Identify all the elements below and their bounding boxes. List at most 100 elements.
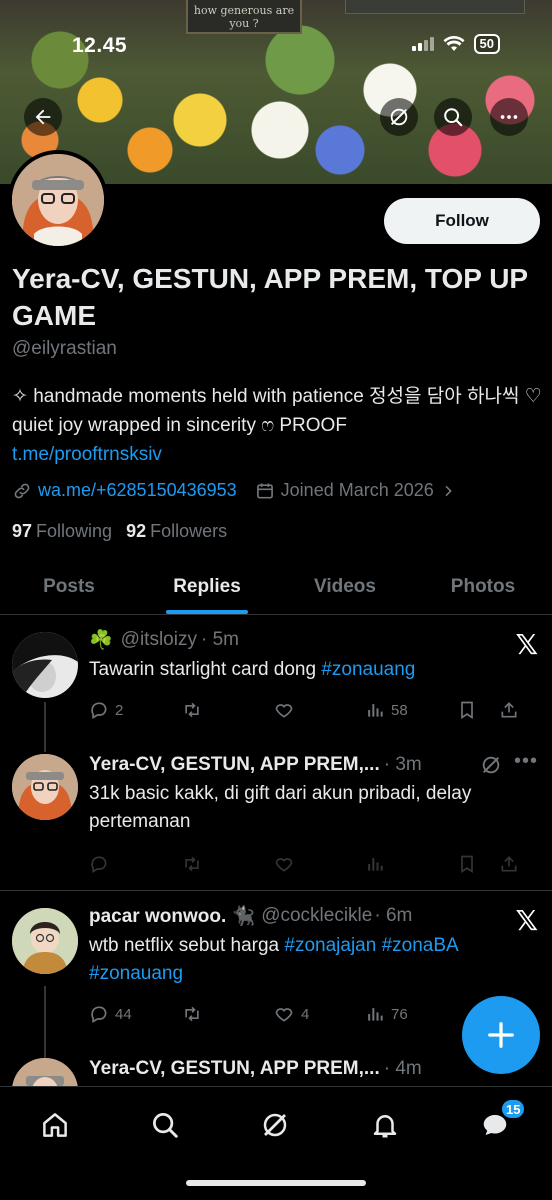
bio-link[interactable]: t.me/prooftrnsksiv [12, 444, 162, 465]
follow-counts: 97 Following 92 Followers [12, 521, 227, 542]
post-divider [0, 890, 552, 891]
post-reply-yera-2[interactable]: Yera-CV, GESTUN, APP PREM,... · 4m [0, 1058, 552, 1086]
post-header: Yera-CV, GESTUN, APP PREM,... · 3m [89, 754, 540, 776]
link-icon [14, 483, 30, 498]
views-button[interactable]: 76 [365, 1004, 457, 1024]
compose-post-button[interactable] [462, 996, 540, 1074]
reply-button[interactable] [89, 854, 181, 874]
reply-icon [91, 856, 107, 873]
post-text-body: wtb netflix sebut harga [89, 935, 285, 956]
post-handle[interactable]: @itsloizy [121, 629, 197, 651]
tab-videos[interactable]: Videos [276, 560, 414, 614]
chevron-right-icon[interactable] [440, 483, 456, 499]
post-time: · 4m [383, 1058, 422, 1079]
heart-icon [275, 1008, 293, 1022]
tab-photos[interactable]: Photos [414, 560, 552, 614]
bookmark-icon [461, 701, 473, 720]
post-text: wtb netflix sebut harga #zonajajan #zona… [89, 932, 540, 988]
profile-tabs: Posts Replies Videos Photos [0, 560, 552, 615]
avatar-portrait [12, 154, 104, 246]
post-text: 31k basic kakk, di gift dari akun pribad… [89, 783, 472, 832]
heart-icon [275, 704, 293, 718]
reply-button[interactable]: 2 [89, 700, 181, 720]
following-count-link[interactable]: 97 Following [12, 521, 112, 542]
post-display-name[interactable]: pacar wonwoo. 🐈‍⬛ [89, 904, 255, 928]
bookmark-button[interactable] [457, 700, 499, 720]
share-button[interactable] [499, 854, 519, 874]
reply-icon [91, 702, 107, 719]
post-display-name[interactable]: Yera-CV, GESTUN, APP PREM,... [89, 754, 380, 776]
wifi-icon [443, 36, 465, 51]
heart-icon [275, 858, 293, 872]
views-icon [368, 858, 383, 871]
like-button[interactable] [273, 700, 365, 720]
x-logo-icon: 𝕏 [515, 628, 538, 661]
more-horizontal-icon [500, 115, 518, 119]
x-logo-icon: 𝕏 [515, 904, 538, 937]
tab-replies[interactable]: Replies [138, 560, 276, 614]
repost-button[interactable] [181, 700, 273, 720]
post-actions: 2 58 [89, 698, 540, 722]
share-icon [501, 856, 517, 872]
post-header: pacar wonwoo. 🐈‍⬛ @cocklecikle · 6m [89, 904, 540, 928]
signal-icon [411, 37, 434, 51]
banner-sign: how generous are you ? [186, 0, 302, 34]
search-button[interactable] [434, 98, 472, 136]
profile-display-name: Yera-CV, GESTUN, APP PREM, TOP UP GAME [12, 263, 528, 331]
views-icon [368, 704, 383, 717]
avatar-portrait [12, 908, 78, 974]
tab-posts[interactable]: Posts [0, 560, 138, 614]
following-label: Following [36, 521, 113, 541]
profile-avatar[interactable] [8, 150, 108, 250]
post-display-name[interactable]: Yera-CV, GESTUN, APP PREM,... [89, 1058, 380, 1080]
share-button[interactable] [499, 700, 519, 720]
nav-search[interactable] [145, 1105, 185, 1145]
post-avatar[interactable] [12, 754, 78, 820]
followers-count: 92 [126, 521, 147, 541]
reply-button[interactable]: 44 [89, 1004, 181, 1024]
home-icon [43, 1113, 67, 1137]
profile-website-link[interactable]: wa.me/+6285150436953 [38, 480, 237, 501]
status-icons: 50 [411, 34, 500, 54]
bookmark-icon [461, 855, 473, 874]
nav-notifications[interactable] [365, 1105, 405, 1145]
views-button[interactable]: 58 [365, 700, 457, 720]
post-avatar[interactable] [12, 1058, 78, 1086]
more-options-icon[interactable]: ••• [514, 750, 538, 773]
repost-button[interactable] [181, 1004, 273, 1024]
followers-count-link[interactable]: 92 Followers [126, 521, 227, 542]
search-icon [153, 1113, 178, 1138]
nav-home[interactable] [35, 1105, 75, 1145]
profile-meta: wa.me/+6285150436953 Joined March 2026 [12, 480, 456, 501]
post-handle[interactable]: @cocklecikle [261, 905, 372, 927]
back-button[interactable] [24, 98, 62, 136]
joined-date: Joined March 2026 [280, 480, 434, 500]
post-time: · 3m [383, 754, 422, 775]
post-avatar[interactable] [12, 632, 78, 698]
plus-icon [488, 1022, 514, 1048]
like-button[interactable]: 4 [273, 1004, 365, 1024]
repost-button[interactable] [181, 854, 273, 874]
back-arrow-icon [35, 109, 51, 125]
repost-icon [185, 1006, 199, 1022]
views-button[interactable] [365, 854, 457, 874]
reply-icon [91, 1006, 107, 1023]
post-avatar[interactable] [12, 908, 78, 974]
repost-icon [185, 702, 199, 718]
post-hashtags[interactable]: #zonauang [321, 659, 415, 680]
follow-button[interactable]: Follow [384, 198, 540, 244]
followers-label: Followers [150, 521, 228, 541]
grok-icon [390, 108, 408, 126]
post-time: · 5m [200, 629, 239, 650]
more-options-button[interactable] [490, 98, 528, 136]
grok-button[interactable] [380, 98, 418, 136]
bio-text: ✧ handmade moments held with patience 정성… [12, 386, 542, 436]
grok-icon[interactable] [480, 754, 502, 776]
reply-count: 44 [115, 1005, 132, 1023]
nav-grok[interactable] [255, 1105, 295, 1145]
battery-indicator: 50 [473, 34, 500, 54]
bookmark-button[interactable] [457, 854, 499, 874]
like-button[interactable] [273, 854, 365, 874]
share-icon [501, 702, 517, 718]
post-actions [89, 852, 540, 876]
